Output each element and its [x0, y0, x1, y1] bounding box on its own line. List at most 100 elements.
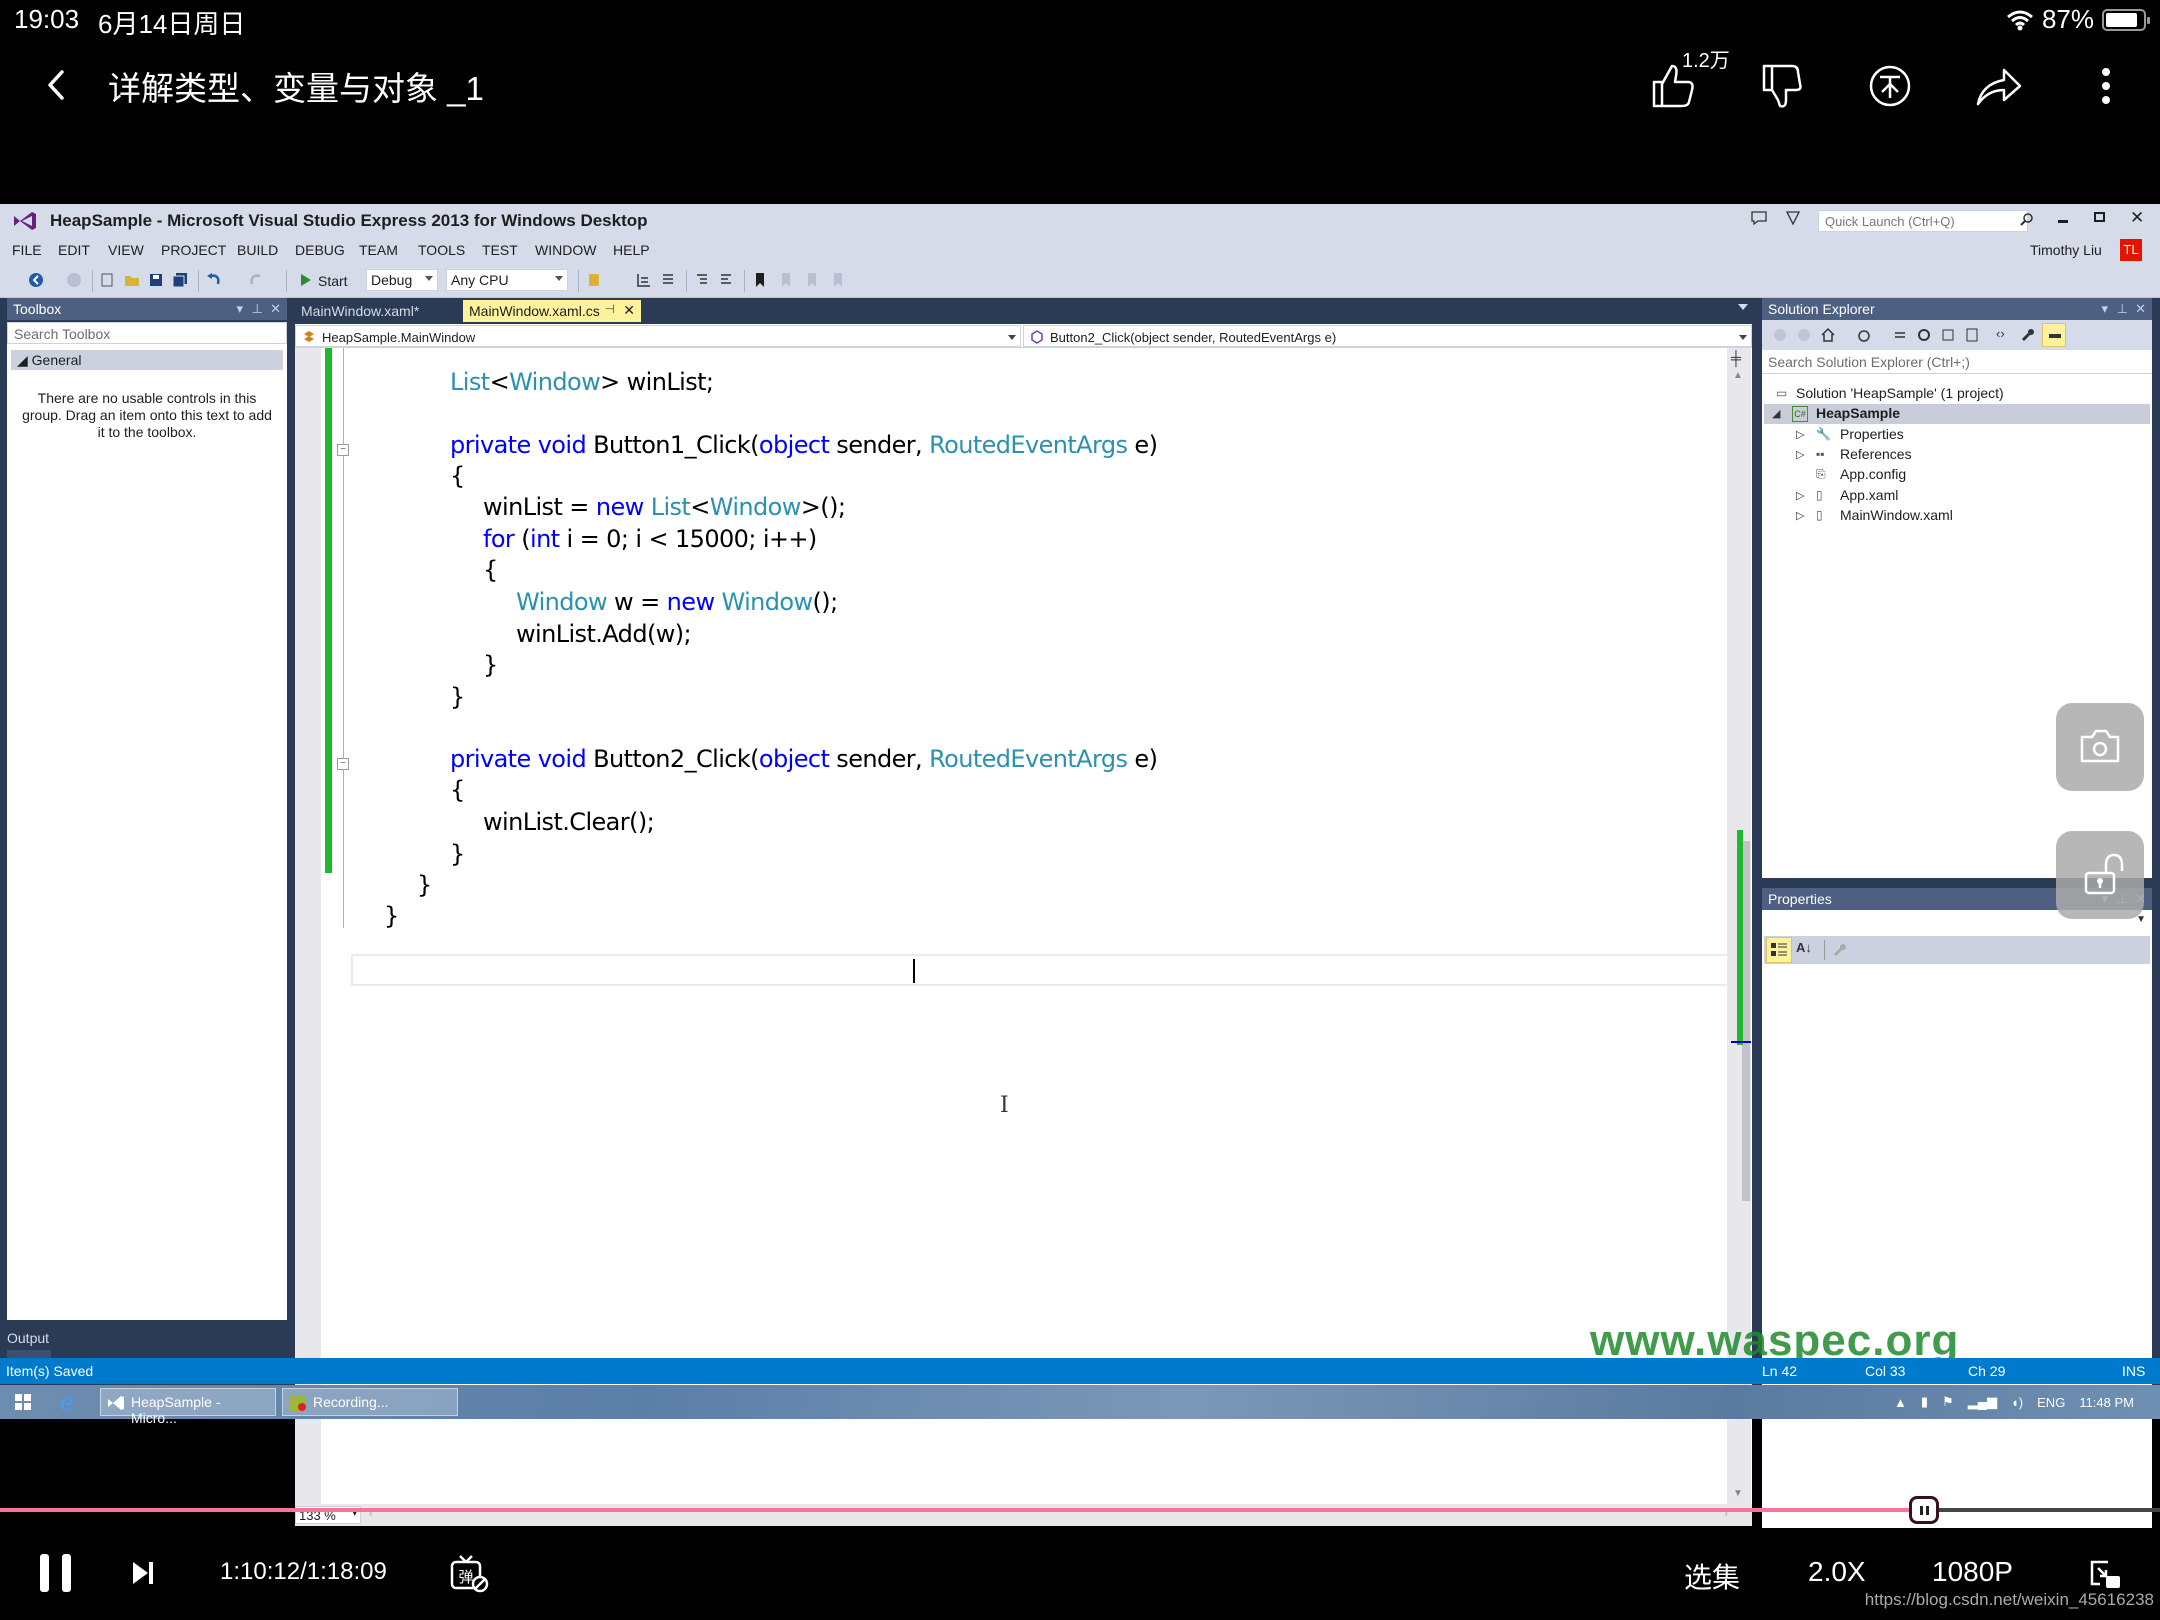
comment-icon[interactable]: [636, 272, 652, 288]
uncomment-icon[interactable]: [660, 272, 676, 288]
close-tab-icon[interactable]: ✕: [623, 302, 635, 319]
thumbs-down-icon[interactable]: [1756, 60, 1808, 112]
picture-in-picture-icon[interactable]: [2088, 1558, 2124, 1590]
show-all-files-icon[interactable]: [1964, 327, 1980, 343]
pending-changes-icon[interactable]: [1856, 327, 1872, 343]
network-signal-icon[interactable]: ▂▄▆: [1968, 1394, 1997, 1410]
save-all-icon[interactable]: [172, 272, 188, 288]
taskbar-clock[interactable]: 11:48 PM: [2079, 1395, 2134, 1410]
taskbar-button-recording[interactable]: Recording...: [282, 1388, 458, 1416]
prev-bookmark-icon[interactable]: [778, 272, 794, 288]
tab-overflow-icon[interactable]: [1738, 304, 1748, 310]
undo-icon[interactable]: [206, 272, 222, 288]
menu-debug[interactable]: DEBUG: [295, 242, 345, 258]
scrollbar-thumb[interactable]: [1742, 841, 1750, 1201]
power-icon[interactable]: ▮: [1921, 1394, 1928, 1410]
quick-launch-input[interactable]: Quick Launch (Ctrl+Q): [1818, 210, 2028, 232]
scroll-down-icon[interactable]: ▼: [1733, 1488, 1743, 1499]
menu-project[interactable]: PROJECT: [161, 242, 226, 258]
volume-icon[interactable]: ◖): [2011, 1395, 2023, 1410]
categorized-view-button[interactable]: [1766, 937, 1792, 963]
collapse-button2-click-icon[interactable]: −: [337, 758, 349, 770]
se-forward-icon[interactable]: [1796, 327, 1812, 343]
panel-menu-icon[interactable]: ▾: [2101, 301, 2108, 317]
tree-item[interactable]: ▭ Solution 'HeapSample' (1 project): [1772, 384, 2132, 404]
feedback-icon[interactable]: [1750, 210, 1768, 226]
tree-item[interactable]: ▷ 🔧 Properties: [1796, 425, 2156, 445]
back-button[interactable]: [38, 62, 74, 108]
minimize-button[interactable]: [2058, 220, 2068, 223]
coin-icon[interactable]: [1864, 60, 1916, 112]
action-center-flag-icon[interactable]: ⚑: [1942, 1394, 1954, 1410]
pause-button[interactable]: [40, 1554, 74, 1592]
menu-team[interactable]: TEAM: [359, 242, 398, 258]
outdent-icon[interactable]: [718, 272, 734, 288]
navigate-back-icon[interactable]: [28, 272, 44, 288]
expand-icon[interactable]: ◢: [1772, 407, 1780, 420]
tab-mainwindow-xaml[interactable]: MainWindow.xaml*: [295, 300, 455, 322]
next-bookmark-icon[interactable]: [804, 272, 820, 288]
pin-icon[interactable]: ⊥: [2117, 301, 2128, 317]
more-icon[interactable]: [2080, 60, 2132, 112]
save-icon[interactable]: [148, 272, 164, 288]
find-in-files-icon[interactable]: [586, 272, 602, 288]
output-tab[interactable]: Output: [7, 1330, 49, 1346]
solution-explorer-search-input[interactable]: Search Solution Explorer (Ctrl+;): [1762, 350, 2152, 374]
member-dropdown[interactable]: Button2_Click(object sender, RoutedEvent…: [1023, 325, 1752, 347]
restore-button[interactable]: [2094, 212, 2105, 222]
menu-file[interactable]: FILE: [12, 242, 42, 258]
refresh-icon[interactable]: [1916, 327, 1932, 343]
user-avatar[interactable]: TL: [2120, 239, 2142, 261]
expand-icon[interactable]: ▷: [1796, 509, 1804, 522]
episodes-button[interactable]: 选集: [1684, 1556, 1740, 1596]
screenshot-button[interactable]: [2056, 703, 2144, 791]
close-window-button[interactable]: ✕: [2130, 208, 2144, 228]
menu-edit[interactable]: EDIT: [58, 242, 90, 258]
speed-button[interactable]: 2.0X: [1808, 1556, 1866, 1588]
menu-view[interactable]: VIEW: [108, 242, 144, 258]
internet-explorer-icon[interactable]: e: [60, 1388, 74, 1416]
close-icon[interactable]: ✕: [2135, 301, 2146, 317]
share-icon[interactable]: [1972, 60, 2024, 112]
clear-bookmarks-icon[interactable]: [830, 272, 846, 288]
platform-select[interactable]: Any CPU: [446, 269, 568, 291]
expand-icon[interactable]: ▷: [1796, 448, 1804, 461]
tree-item[interactable]: ▷ ▯ App.xaml: [1796, 486, 2156, 506]
menu-help[interactable]: HELP: [613, 242, 650, 258]
toolbox-group-general[interactable]: ◢ General: [11, 350, 283, 370]
collapse-all-icon[interactable]: [1940, 327, 1956, 343]
menu-build[interactable]: BUILD: [237, 242, 278, 258]
tree-item[interactable]: ⎘ App.config: [1796, 465, 2156, 485]
input-language[interactable]: ENG: [2037, 1395, 2065, 1410]
menu-tools[interactable]: TOOLS: [418, 242, 465, 258]
indent-icon[interactable]: [694, 272, 710, 288]
start-button[interactable]: Start: [318, 273, 348, 289]
tree-item[interactable]: ▷ ▯ MainWindow.xaml: [1796, 506, 2156, 526]
user-name[interactable]: Timothy Liu: [2030, 242, 2102, 258]
tray-expand-icon[interactable]: ▲: [1894, 1395, 1907, 1410]
panel-menu-icon[interactable]: ▾: [236, 301, 243, 317]
scroll-up-icon[interactable]: ▲: [1733, 370, 1743, 381]
danmaku-toggle-icon[interactable]: 弹: [448, 1552, 490, 1594]
pin-tab-icon[interactable]: ⊣: [605, 302, 615, 316]
se-back-icon[interactable]: [1772, 327, 1788, 343]
filter-icon[interactable]: [1786, 210, 1800, 226]
bookmark-icon[interactable]: [752, 272, 768, 288]
tree-item[interactable]: ▷ ▪▪ References: [1796, 445, 2156, 465]
progress-thumb[interactable]: [1908, 1496, 1939, 1524]
redo-icon[interactable]: [248, 272, 264, 288]
tab-mainwindow-xaml-cs[interactable]: MainWindow.xaml.cs ⊣ ✕: [463, 300, 641, 322]
next-episode-icon[interactable]: [130, 1560, 156, 1586]
expand-icon[interactable]: ▷: [1796, 428, 1804, 441]
class-dropdown[interactable]: HeapSample.MainWindow: [295, 325, 1021, 347]
alphabetical-view-button[interactable]: A↓: [1796, 940, 1812, 955]
configuration-select[interactable]: Debug: [366, 269, 438, 291]
open-file-icon[interactable]: [124, 272, 140, 288]
view-code-icon[interactable]: ‹›: [1996, 326, 2005, 341]
code-editor[interactable]: − − List<Window> winList; private void Bu…: [295, 348, 1752, 1504]
navigate-forward-icon[interactable]: [66, 272, 82, 288]
quality-button[interactable]: 1080P: [1932, 1556, 2013, 1588]
split-editor-icon[interactable]: ╪: [1731, 350, 1741, 366]
pin-icon[interactable]: ⊥: [252, 301, 263, 317]
expand-icon[interactable]: ▷: [1796, 489, 1804, 502]
